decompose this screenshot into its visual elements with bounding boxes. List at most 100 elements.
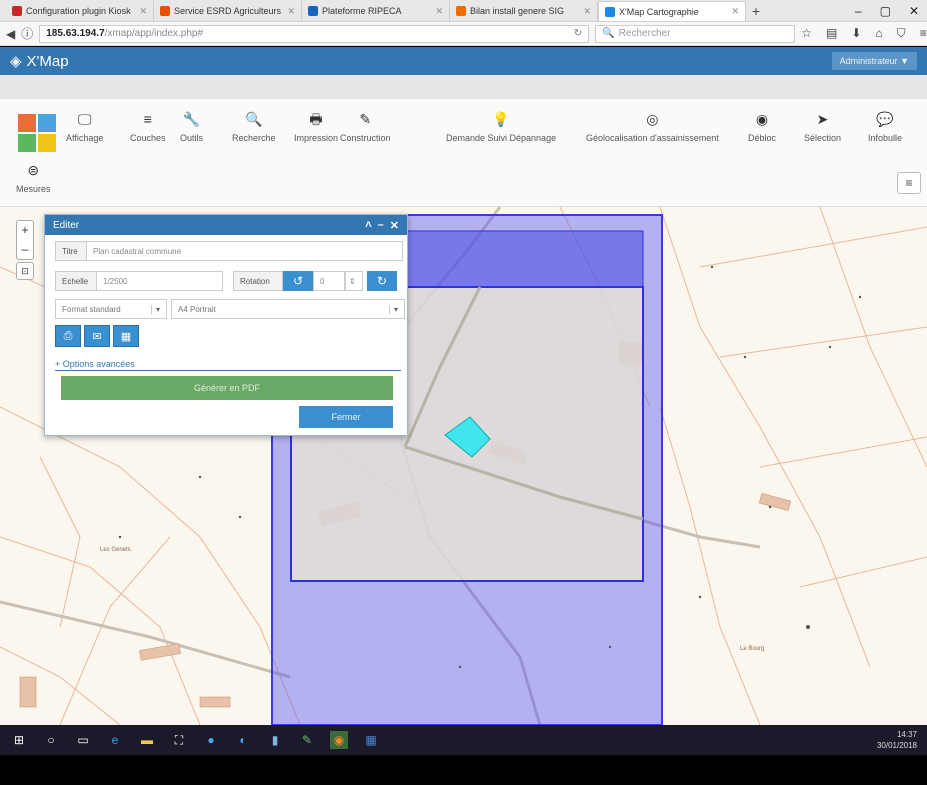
paper-select[interactable]: A4 Portrait ▾	[171, 299, 405, 319]
app-icon-2[interactable]: ◐	[234, 731, 252, 749]
tool-infobulle[interactable]: 💬 Infobulle	[868, 111, 902, 143]
windows-start-icon[interactable]: ⊞	[10, 731, 28, 749]
screen: Configuration plugin Kiosk ✕ Service ESRD …	[0, 0, 927, 785]
zoom-control[interactable]: + –	[16, 220, 34, 260]
close-tab-icon[interactable]: ✕	[731, 6, 739, 17]
close-window-icon[interactable]: ✕	[909, 4, 919, 18]
download-icon[interactable]: ⬇	[851, 26, 861, 41]
browser-tab[interactable]: Configuration plugin Kiosk ✕	[6, 1, 154, 21]
info-icon[interactable]: ⓘ	[21, 25, 33, 42]
maximize-icon[interactable]: ▢	[880, 4, 891, 18]
cortana-icon[interactable]: ○	[42, 731, 60, 749]
tool-affichage[interactable]: 🖵 Affichage	[66, 111, 103, 143]
rotation-input[interactable]: 0	[313, 271, 345, 291]
search-icon: 🔍	[602, 28, 615, 39]
tool-demande-suivi-d-pannage[interactable]: 💡 Demande Suivi Dépannage	[446, 111, 556, 143]
task-view-icon[interactable]: ▭	[74, 731, 92, 749]
app-icon-3[interactable]: ▮	[266, 731, 284, 749]
output-format-row: ⎙ ✉ ▦	[55, 325, 139, 347]
zoom-out-button[interactable]: –	[17, 240, 33, 259]
tab-favicon-icon	[605, 6, 615, 17]
tool-outils[interactable]: 🔧 Outils	[180, 111, 203, 143]
tool-recherche[interactable]: 🔍 Recherche	[232, 111, 276, 143]
browser-tab[interactable]: Bilan install genere SIG ✕	[450, 1, 598, 21]
browser-tab[interactable]: X'Map Cartographie ✕	[598, 1, 746, 21]
file-explorer-icon[interactable]: ▬	[138, 731, 156, 749]
printer-icon: 🖶	[309, 111, 323, 127]
star-icon[interactable]: ☆	[801, 26, 812, 41]
format-select[interactable]: Format standard ▾	[55, 299, 167, 319]
firefox-icon[interactable]: ◉	[330, 731, 348, 749]
zoom-extent-button[interactable]: ⊡	[16, 262, 34, 280]
dialog-header[interactable]: Editer ˄ – ✕	[45, 215, 407, 235]
app-icon-5[interactable]: ▦	[362, 731, 380, 749]
tool-mesures[interactable]: ⊜ Mesures	[16, 162, 51, 194]
browser-search-input[interactable]: 🔍 Rechercher	[595, 24, 796, 43]
close-tab-icon[interactable]: ✕	[435, 6, 443, 17]
browser-menu-icon[interactable]: ≡	[920, 26, 927, 41]
tool-couches[interactable]: ≡ Couches	[130, 111, 166, 143]
pdf-format-button[interactable]: ⎙	[55, 325, 81, 347]
chevron-down-icon: ▾	[388, 304, 398, 314]
tool-label: Débloc	[748, 133, 777, 143]
close-dialog-icon[interactable]: ✕	[390, 219, 399, 232]
user-menu-button[interactable]: Administrateur ▼	[831, 52, 917, 70]
rotation-label: Rotation	[233, 271, 283, 291]
home-icon[interactable]: ⌂	[875, 26, 882, 41]
browser-tab[interactable]: Service ESRD Agriculteurs ✕	[154, 1, 302, 21]
tool-d-bloc[interactable]: ◉ Débloc	[748, 111, 776, 143]
tool-construction[interactable]: ✎ Construction	[340, 111, 391, 143]
system-clock[interactable]: 14:37 30/01/2018	[877, 729, 917, 751]
edge-icon[interactable]: e	[106, 731, 124, 749]
tool-label: Outils	[180, 133, 204, 143]
app-logo[interactable]: ◈ X'Map	[10, 52, 69, 71]
back-icon[interactable]: ◀	[6, 27, 15, 41]
cursor-icon: ➤	[816, 111, 829, 127]
close-tab-icon[interactable]: ✕	[139, 6, 147, 17]
shield-icon[interactable]: ⛉	[897, 26, 906, 41]
apps-grid-icon[interactable]	[18, 114, 56, 152]
minimize-icon[interactable]: –	[855, 4, 862, 18]
format-value: Format standard	[62, 304, 121, 314]
tool-impression[interactable]: 🖶 Impression	[294, 111, 338, 143]
divider	[55, 370, 401, 371]
layers-icon: ≡	[143, 111, 152, 127]
tool-s-lection[interactable]: ➤ Sélection	[804, 111, 841, 143]
minimize-dialog-icon[interactable]: –	[378, 219, 384, 232]
browser-tab[interactable]: Plateforme RIPECA ✕	[302, 1, 450, 21]
library-icon[interactable]: ▤	[826, 26, 837, 41]
hamburger-menu-button[interactable]: ≡	[897, 172, 921, 194]
tool-g-olocalisation-d-assainissement[interactable]: ◎ Géolocalisation d'assainissement	[586, 111, 719, 143]
title-label: Titre	[55, 241, 87, 261]
new-tab-button[interactable]: +	[746, 1, 766, 21]
collapse-icon[interactable]: ˄	[365, 219, 371, 232]
reload-icon[interactable]: ↻	[574, 28, 582, 39]
tab-title: Service ESRD Agriculteurs	[174, 6, 282, 16]
rotate-left-button[interactable]: ↺	[283, 271, 313, 291]
url-input[interactable]: 185.63.194.7 /xmap/app/index.php# ↻	[39, 24, 590, 43]
url-host: 185.63.194.7	[46, 28, 105, 39]
close-tab-icon[interactable]: ✕	[287, 6, 295, 17]
rotation-stepper[interactable]: ⇕	[345, 271, 363, 291]
rotate-right-button[interactable]: ↻	[367, 271, 397, 291]
zoom-in-button[interactable]: +	[17, 221, 33, 240]
globe-icon: ◉	[755, 111, 769, 127]
close-button[interactable]: Fermer	[299, 406, 393, 428]
app-icon-1[interactable]: ●	[202, 731, 220, 749]
store-icon[interactable]: ⛶	[170, 731, 188, 749]
image-format-button[interactable]: ✉	[84, 325, 110, 347]
monitor-icon: 🖵	[77, 111, 92, 127]
app-subheader	[0, 75, 927, 99]
print-button[interactable]: Générer en PDF	[61, 376, 393, 400]
tab-title: Bilan install genere SIG	[470, 6, 565, 16]
close-tab-icon[interactable]: ✕	[583, 6, 591, 17]
xmap-logo-icon: ◈	[10, 53, 22, 70]
app-icon-4[interactable]: ✎	[298, 731, 316, 749]
scale-label: Echelle	[55, 271, 97, 291]
title-input[interactable]: Plan cadastral commune	[87, 241, 403, 261]
map-format-button[interactable]: ▦	[113, 325, 139, 347]
tool-label: Recherche	[232, 133, 276, 143]
advanced-options-link[interactable]: + Options avancées	[55, 359, 135, 369]
scale-input[interactable]: 1/2500	[97, 271, 223, 291]
dialog-title: Editer	[53, 219, 80, 231]
